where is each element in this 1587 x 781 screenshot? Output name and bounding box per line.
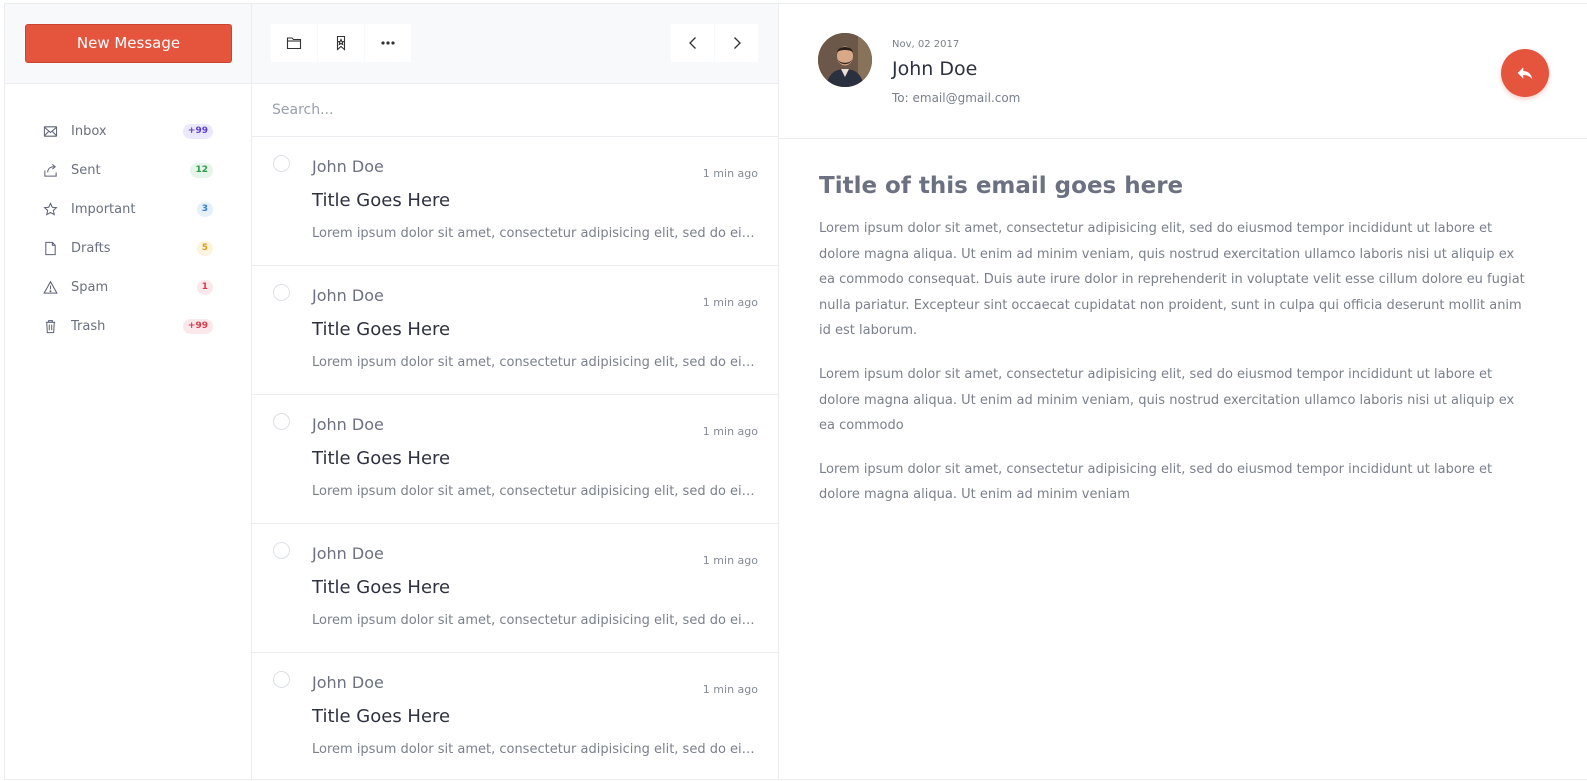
message-list-item[interactable]: John Doe 1 min ago Title Goes Here Lorem…: [252, 137, 778, 266]
sidebar-item-label: Sent: [71, 163, 101, 178]
message-recipient: To: email@gmail.com: [892, 91, 1021, 105]
previous-page-button[interactable]: [671, 24, 714, 62]
message-sender: John Doe: [312, 415, 384, 434]
pagination-group: [671, 24, 758, 62]
inbox-count-badge: +99: [182, 124, 213, 139]
mail-app: New Message Inbox +99 Sent 12 Important …: [4, 3, 1587, 780]
warning-icon: [42, 280, 58, 296]
chevron-left-icon: [688, 37, 696, 49]
drafts-count-badge: 5: [196, 241, 213, 256]
file-icon: [42, 241, 58, 257]
select-checkbox[interactable]: [273, 155, 290, 172]
message-sender: John Doe: [312, 544, 384, 563]
select-checkbox[interactable]: [273, 413, 290, 430]
message-time: 1 min ago: [702, 554, 758, 567]
sidebar-item-label: Drafts: [71, 241, 111, 256]
sidebar-item-spam[interactable]: Spam 1: [5, 268, 251, 307]
message-title: Title Goes Here: [312, 706, 451, 727]
more-icon: [381, 41, 395, 45]
message-title: Title Goes Here: [312, 448, 451, 469]
sidebar: New Message Inbox +99 Sent 12 Important …: [5, 4, 252, 779]
search-input[interactable]: [272, 102, 752, 118]
message-list-item[interactable]: John Doe 1 min ago Title Goes Here Lorem…: [252, 653, 778, 779]
select-checkbox[interactable]: [273, 284, 290, 301]
sidebar-item-label: Trash: [71, 319, 106, 334]
sidebar-item-sent[interactable]: Sent 12: [5, 151, 251, 190]
envelope-icon: [42, 124, 58, 140]
message-time: 1 min ago: [702, 425, 758, 438]
trash-count-badge: +99: [182, 319, 213, 334]
message-excerpt: Lorem ipsum dolor sit amet, consectetur …: [312, 484, 758, 499]
sidebar-header: New Message: [5, 4, 251, 84]
message-title: Title Goes Here: [312, 190, 451, 211]
sidebar-item-label: Important: [71, 202, 136, 217]
sidebar-item-label: Spam: [71, 280, 109, 295]
message-excerpt: Lorem ipsum dolor sit amet, consectetur …: [312, 613, 758, 628]
move-to-folder-button[interactable]: [271, 24, 317, 62]
message-paragraph: Lorem ipsum dolor sit amet, consectetur …: [819, 221, 1525, 339]
message-time: 1 min ago: [702, 167, 758, 180]
message-sender: John Doe: [312, 286, 384, 305]
star-icon: [42, 202, 58, 218]
message-list-pane: John Doe 1 min ago Title Goes Here Lorem…: [252, 4, 779, 779]
message-paragraph: Lorem ipsum dolor sit amet, consectetur …: [819, 461, 1493, 503]
message-date: Nov, 02 2017: [892, 39, 960, 50]
list-toolbar: [252, 4, 778, 84]
message-header: Nov, 02 2017 John Doe To: email@gmail.co…: [779, 4, 1587, 139]
sent-count-badge: 12: [190, 163, 213, 178]
sidebar-item-trash[interactable]: Trash +99: [5, 307, 251, 346]
folder-nav: Inbox +99 Sent 12 Important 3 Drafts 5 S…: [5, 84, 251, 346]
message-list-item[interactable]: John Doe 1 min ago Title Goes Here Lorem…: [252, 266, 778, 395]
avatar: [818, 33, 872, 87]
message-list-item[interactable]: John Doe 1 min ago Title Goes Here Lorem…: [252, 395, 778, 524]
message-excerpt: Lorem ipsum dolor sit amet, consectetur …: [312, 742, 758, 757]
bookmark-button[interactable]: [318, 24, 364, 62]
message-sender: John Doe: [312, 673, 384, 692]
more-options-button[interactable]: [365, 24, 411, 62]
message-list-item[interactable]: John Doe 1 min ago Title Goes Here Lorem…: [252, 524, 778, 653]
select-checkbox[interactable]: [273, 671, 290, 688]
message-excerpt: Lorem ipsum dolor sit amet, consectetur …: [312, 226, 758, 241]
action-button-group: [271, 24, 411, 62]
share-icon: [42, 163, 58, 179]
sidebar-item-inbox[interactable]: Inbox +99: [5, 112, 251, 151]
new-message-button[interactable]: New Message: [25, 24, 232, 63]
message-time: 1 min ago: [702, 683, 758, 696]
message-body: Title of this email goes here Lorem ipsu…: [779, 139, 1587, 508]
message-subject: Title of this email goes here: [819, 173, 1184, 199]
message-title: Title Goes Here: [312, 319, 451, 340]
message-excerpt: Lorem ipsum dolor sit amet, consectetur …: [312, 355, 758, 370]
select-checkbox[interactable]: [273, 542, 290, 559]
message-sender-name: John Doe: [892, 58, 978, 80]
important-count-badge: 3: [196, 202, 213, 217]
reply-icon: [1517, 67, 1533, 80]
message-sender: John Doe: [312, 157, 384, 176]
bookmark-icon: [336, 35, 346, 51]
folder-icon: [286, 37, 302, 50]
reply-button[interactable]: [1501, 49, 1549, 97]
sidebar-item-important[interactable]: Important 3: [5, 190, 251, 229]
sidebar-item-label: Inbox: [71, 124, 107, 139]
chevron-right-icon: [733, 37, 741, 49]
message-paragraph: Lorem ipsum dolor sit amet, consectetur …: [819, 366, 1515, 434]
next-page-button[interactable]: [715, 24, 758, 62]
message-title: Title Goes Here: [312, 577, 451, 598]
reading-pane: Nov, 02 2017 John Doe To: email@gmail.co…: [779, 4, 1587, 779]
sidebar-item-drafts[interactable]: Drafts 5: [5, 229, 251, 268]
search-bar: [252, 84, 778, 137]
trash-icon: [42, 319, 58, 335]
message-time: 1 min ago: [702, 296, 758, 309]
spam-count-badge: 1: [196, 280, 213, 295]
